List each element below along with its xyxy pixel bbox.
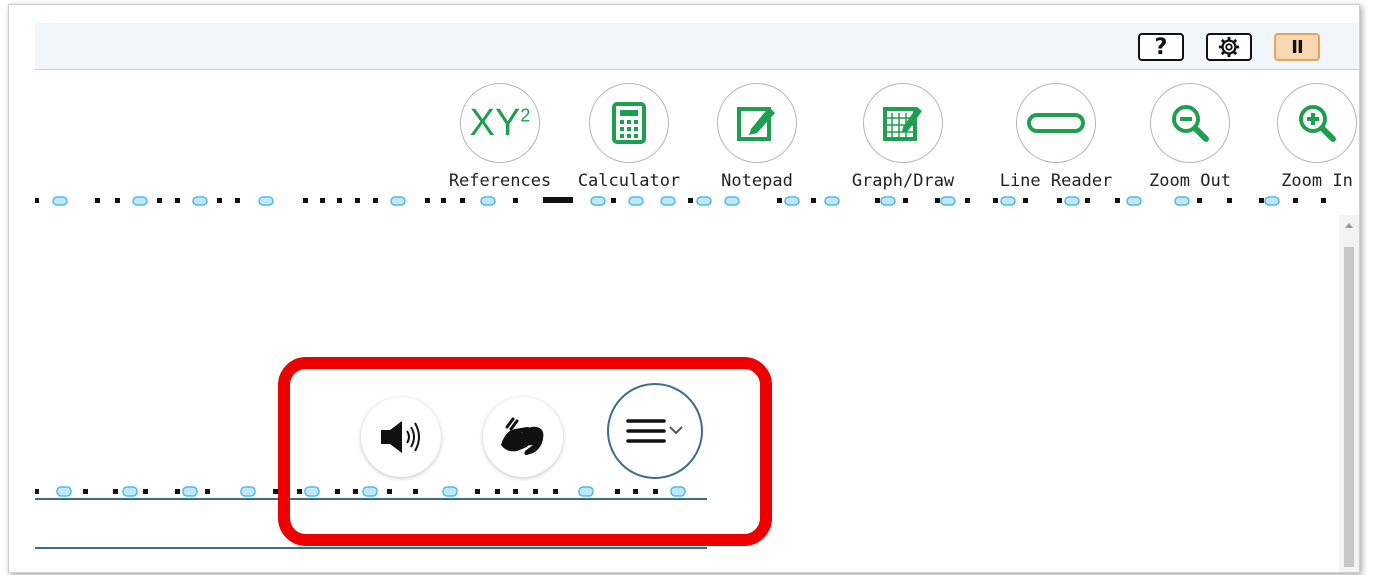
tool-label: References: [448, 171, 552, 191]
calculator-icon: [589, 83, 669, 163]
gear-icon: [1218, 36, 1240, 58]
tool-line-reader[interactable]: Line Reader: [996, 83, 1116, 191]
tool-label: Zoom Out: [1149, 171, 1231, 191]
tool-label: Line Reader: [999, 171, 1113, 191]
tool-calculator[interactable]: Calculator: [569, 83, 689, 191]
highlight-annotation: [278, 357, 772, 546]
help-label: ?: [1154, 34, 1168, 60]
zoom-out-icon: [1150, 83, 1230, 163]
tool-notepad[interactable]: Notepad: [697, 83, 817, 191]
pause-label: II: [1291, 36, 1303, 58]
vertical-scrollbar[interactable]: [1339, 215, 1359, 572]
graph-draw-icon: [863, 83, 943, 163]
top-bar: ? II: [35, 23, 1359, 70]
scroll-up-arrow-icon[interactable]: [1345, 223, 1353, 228]
references-sup: 2: [520, 104, 531, 125]
tool-zoom-out[interactable]: Zoom Out: [1130, 83, 1250, 191]
tool-graph-draw[interactable]: Graph/Draw: [843, 83, 963, 191]
tool-zoom-in[interactable]: Zoom In: [1257, 83, 1359, 191]
toolbar-focus-outline: [35, 196, 1326, 206]
notepad-icon: [717, 83, 797, 163]
references-icon: XY2: [460, 83, 540, 163]
settings-button[interactable]: [1206, 33, 1252, 61]
references-glyph: XY: [469, 101, 521, 144]
tool-toolbar: XY2 References Calculator Notepad Graph/…: [9, 83, 1359, 203]
line-reader-icon: [1016, 83, 1096, 163]
scroll-thumb[interactable]: [1344, 247, 1354, 567]
divider-line: [35, 547, 707, 549]
tool-references[interactable]: XY2 References: [440, 83, 560, 191]
tool-label: Graph/Draw: [851, 171, 955, 191]
tool-label: Calculator: [577, 171, 681, 191]
zoom-in-icon: [1277, 83, 1357, 163]
tool-label: Notepad: [721, 171, 793, 191]
pause-button[interactable]: II: [1274, 33, 1320, 61]
help-button[interactable]: ?: [1138, 33, 1184, 61]
tool-label: Zoom In: [1281, 171, 1353, 191]
